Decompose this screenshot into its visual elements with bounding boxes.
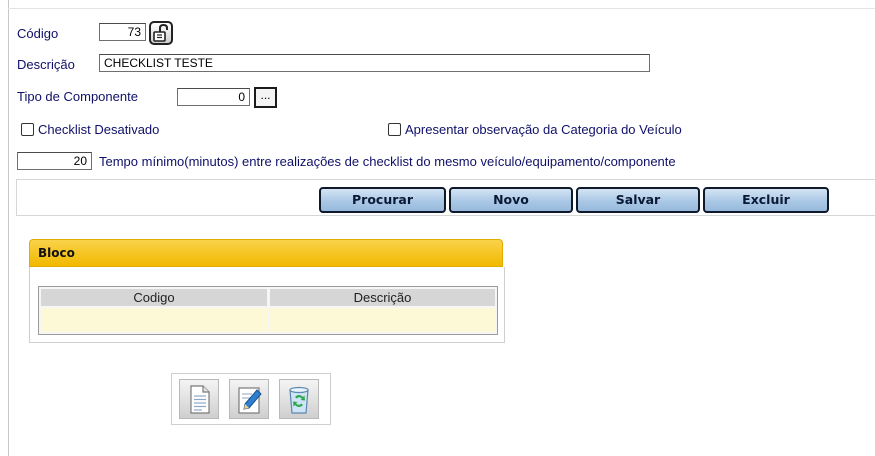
checklist-desativado-label: Checklist Desativado [38, 122, 160, 137]
bloco-title: Bloco [38, 246, 75, 260]
bloco-panel: Codigo Descrição [29, 267, 505, 343]
descricao-label: Descrição [17, 57, 75, 72]
empty-row-cell-descricao [270, 308, 495, 332]
tempo-minimo-field[interactable]: 20 [17, 152, 92, 170]
unlock-button[interactable] [149, 21, 173, 45]
novo-button[interactable]: Novo [449, 187, 573, 213]
recycle-bin-icon [289, 386, 309, 414]
unlocked-padlock-icon [153, 23, 168, 42]
delete-bloco-button[interactable] [279, 379, 319, 419]
descricao-field[interactable]: CHECKLIST TESTE [99, 54, 650, 72]
apresentar-observacao-label: Apresentar observação da Categoria do Ve… [405, 122, 682, 137]
new-bloco-button[interactable] [179, 379, 219, 419]
bloco-toolbar [171, 373, 331, 425]
checklist-desativado-checkbox[interactable] [21, 123, 34, 136]
tipo-componente-label: Tipo de Componente [17, 89, 138, 104]
tipo-componente-field[interactable]: 0 [177, 88, 250, 106]
salvar-button[interactable]: Salvar [576, 187, 700, 213]
edit-bloco-button[interactable] [229, 379, 269, 419]
column-header-codigo[interactable]: Codigo [41, 289, 267, 306]
window-top-border [8, 8, 875, 9]
column-header-descricao[interactable]: Descrição [270, 289, 495, 306]
tempo-minimo-label: Tempo mínimo(minutos) entre realizações … [99, 154, 676, 169]
window-left-border [8, 0, 9, 456]
codigo-label: Código [17, 26, 59, 41]
codigo-field[interactable]: 73 [99, 23, 146, 41]
empty-row-cell-codigo [41, 308, 267, 332]
bloco-tab[interactable]: Bloco [29, 239, 503, 267]
apresentar-observacao-checkbox[interactable] [388, 123, 401, 136]
new-document-icon [190, 385, 210, 414]
edit-icon [238, 387, 262, 414]
bloco-grid: Codigo Descrição [38, 286, 498, 335]
procurar-button[interactable]: Procurar [319, 187, 446, 213]
tipo-componente-lookup-button[interactable]: ... [254, 87, 277, 108]
excluir-button[interactable]: Excluir [703, 187, 829, 213]
